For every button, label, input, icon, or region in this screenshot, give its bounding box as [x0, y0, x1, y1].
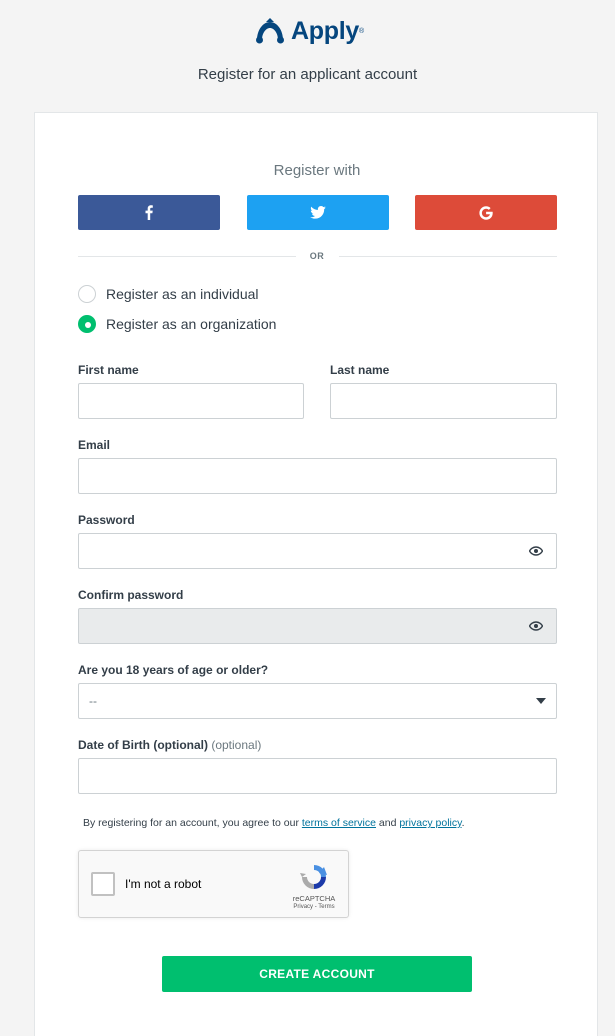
- radio-individual-circle[interactable]: [78, 285, 96, 303]
- terms-and: and: [375, 817, 400, 829]
- show-password-icon[interactable]: [527, 542, 545, 560]
- last-name-label: Last name: [330, 363, 390, 377]
- age-select-value: --: [89, 694, 97, 708]
- brand-reg-mark: ®: [358, 27, 365, 35]
- dob-field[interactable]: [78, 758, 557, 794]
- google-register-button[interactable]: [415, 195, 557, 230]
- radio-organization[interactable]: Register as an organization: [78, 315, 276, 333]
- radio-organization-label: Register as an organization: [106, 316, 277, 332]
- radio-individual-label: Register as an individual: [106, 286, 259, 302]
- recaptcha-widget: I'm not a robot reCAPTCHA Privacy - Term…: [78, 850, 349, 918]
- first-name-field[interactable]: [78, 383, 304, 419]
- brand-name: Apply: [291, 16, 359, 45]
- recaptcha-logo-icon: [299, 862, 329, 897]
- confirm-password-field[interactable]: [78, 608, 557, 644]
- radio-organization-circle[interactable]: [78, 315, 96, 333]
- dob-label-text: Date of Birth (optional): [78, 738, 208, 752]
- show-confirm-password-icon[interactable]: [527, 617, 545, 635]
- terms-prefix: By registering for an account, you agree…: [83, 817, 302, 829]
- age-select[interactable]: --: [78, 683, 557, 719]
- password-label: Password: [78, 513, 135, 527]
- caret-down-icon: [536, 698, 546, 704]
- recaptcha-label: I'm not a robot: [125, 877, 202, 891]
- email-label: Email: [78, 438, 111, 452]
- password-field[interactable]: [78, 533, 557, 569]
- recaptcha-privacy-terms-link[interactable]: Privacy - Terms: [279, 904, 349, 910]
- age-question-label: Are you 18 years of age or older?: [78, 663, 269, 677]
- recaptcha-brand: reCAPTCHA: [292, 894, 336, 903]
- privacy-policy-link[interactable]: privacy policy: [399, 817, 461, 829]
- twitter-icon: [310, 206, 326, 219]
- terms-suffix: .: [461, 817, 465, 829]
- confirm-password-label: Confirm password: [78, 588, 184, 602]
- register-with-heading: Register with: [273, 162, 361, 179]
- dob-optional-tag: (optional): [211, 738, 262, 752]
- recaptcha-checkbox[interactable]: [91, 872, 115, 896]
- dob-label: Date of Birth (optional) (optional): [78, 738, 261, 752]
- twitter-register-button[interactable]: [247, 195, 389, 230]
- terms-of-service-link[interactable]: terms of service: [302, 817, 376, 829]
- page-subtitle: Register for an applicant account: [197, 66, 418, 83]
- last-name-field[interactable]: [330, 383, 557, 419]
- radio-individual[interactable]: Register as an individual: [78, 285, 259, 303]
- apply-logo-icon: [256, 18, 284, 44]
- first-name-label: First name: [78, 363, 139, 377]
- google-icon: [479, 205, 493, 220]
- facebook-register-button[interactable]: [78, 195, 220, 230]
- create-account-button[interactable]: CREATE ACCOUNT: [162, 956, 472, 992]
- terms-text: By registering for an account, you agree…: [83, 817, 465, 829]
- registration-card: Register with OR Register as an individu…: [34, 112, 598, 1036]
- facebook-icon: [145, 205, 153, 220]
- email-field[interactable]: [78, 458, 557, 494]
- apply-logo: Apply ®: [253, 14, 364, 48]
- or-divider-right: [339, 256, 557, 257]
